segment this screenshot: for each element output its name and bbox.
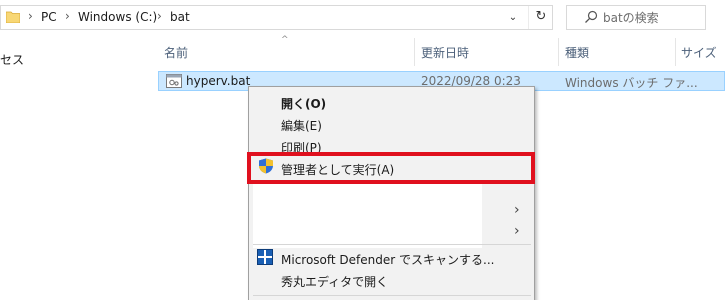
menu-item-defender-scan[interactable]: Microsoft Defender でスキャンする... bbox=[281, 251, 494, 268]
defender-icon bbox=[257, 249, 273, 265]
menu-separator bbox=[253, 244, 531, 245]
menu-item-edit[interactable]: 編集(E) bbox=[281, 117, 322, 134]
batch-file-icon bbox=[166, 74, 182, 88]
search-box[interactable] bbox=[566, 5, 706, 30]
column-header-type[interactable]: 種類 bbox=[565, 44, 589, 61]
column-header-name[interactable]: 名前 bbox=[164, 44, 188, 61]
column-divider[interactable] bbox=[558, 38, 559, 66]
file-name[interactable]: hyperv.bat bbox=[186, 74, 250, 88]
submenu-chevron-icon[interactable]: › bbox=[514, 223, 520, 239]
menu-blank-area bbox=[253, 180, 482, 248]
search-icon bbox=[585, 10, 598, 23]
menu-item-open[interactable]: 開く(O) bbox=[281, 95, 326, 112]
column-divider[interactable] bbox=[414, 38, 415, 66]
context-menu: 開く(O) 編集(E) 印刷(P) 管理者として実行(A) › › Micros… bbox=[248, 86, 535, 300]
address-bar[interactable]: › PC › Windows (C:) › bat ⌄ ↻ bbox=[0, 5, 553, 30]
nav-pane-item[interactable]: セス bbox=[0, 51, 24, 68]
breadcrumb-bat[interactable]: bat bbox=[170, 10, 190, 24]
breadcrumb-separator: › bbox=[157, 9, 162, 23]
search-input[interactable] bbox=[603, 8, 703, 27]
address-dropdown-icon[interactable]: ⌄ bbox=[504, 9, 522, 27]
submenu-chevron-icon[interactable]: › bbox=[514, 202, 520, 218]
breadcrumb-separator: › bbox=[65, 9, 70, 23]
column-divider[interactable] bbox=[675, 38, 676, 66]
sort-arrow-icon: ^ bbox=[281, 35, 289, 45]
menu-separator bbox=[253, 295, 531, 296]
file-type: Windows バッチ ファ... bbox=[565, 76, 698, 90]
column-header-size[interactable]: サイズ bbox=[681, 44, 717, 61]
folder-icon bbox=[6, 11, 20, 23]
breadcrumb-windows-c[interactable]: Windows (C:) bbox=[78, 10, 157, 24]
refresh-icon[interactable]: ↻ bbox=[528, 6, 553, 29]
breadcrumb-pc[interactable]: PC bbox=[41, 10, 57, 24]
column-header-modified[interactable]: 更新日時 bbox=[421, 44, 469, 61]
highlight-box bbox=[247, 152, 535, 184]
breadcrumb-separator: › bbox=[28, 9, 33, 23]
menu-item-open-hidemaru[interactable]: 秀丸エディタで開く bbox=[281, 273, 388, 290]
